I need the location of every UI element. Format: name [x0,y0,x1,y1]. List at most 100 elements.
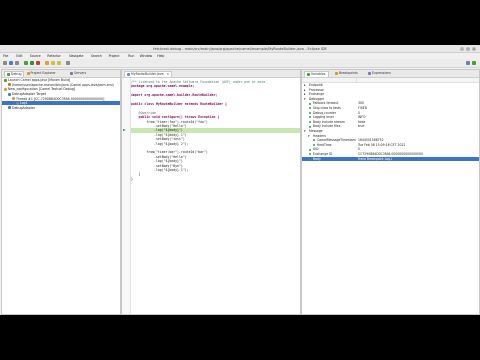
expand-toggle-icon[interactable]: ▸ [304,83,306,87]
camel-config-icon [4,87,7,91]
current-line-arrow-icon [123,129,126,132]
expressions-icon [368,71,371,75]
variables-tree: ▸ Endpoint ▸ Processor ▸ Exchange ▾ Debugger Fal… [302,83,479,314]
debug-tree-item-label: DebugAdapter [12,105,36,110]
tab-label: Breakpoints [338,71,358,75]
menu-run[interactable]: Run [128,54,134,58]
print-icon[interactable] [15,60,19,65]
variable-icon [309,153,311,156]
tab-project-explorer[interactable]: Project Explorer [25,71,58,76]
save-icon[interactable] [9,60,13,65]
eclipse-window: fetchrest-debug - main/src/main/java/org… [0,45,480,315]
search-icon[interactable] [66,60,70,65]
minimize-icon[interactable]: – [460,46,464,51]
tab-variables[interactable]: Variables [304,71,329,77]
expand-toggle-icon[interactable]: ▸ [304,92,306,96]
code-line[interactable]: .log("${body} 2"); [131,142,300,146]
variable-icon [309,107,311,110]
tab-breakpoints[interactable]: Breakpoints [333,71,360,76]
code-area[interactable]: /** Licensed to the Apache Software Foun… [123,80,300,314]
terminate-icon[interactable] [36,60,40,65]
step-into-icon[interactable] [57,60,61,65]
debug-tree-item-label: Launch Camel apps.java [Maven Build] [8,78,71,83]
variable-icon [309,148,311,151]
maximize-icon[interactable]: □ [466,46,470,51]
debug-icon [7,72,10,76]
variable-icon [309,116,311,119]
menu-source[interactable]: Source [30,54,41,58]
variables-view: Variables Breakpoints Expressions ▸ Endpoin… [301,69,480,315]
frame-icon [16,101,19,105]
project-explorer-icon [26,71,30,75]
expand-toggle-icon[interactable]: ▾ [304,129,306,133]
expand-toggle-icon[interactable]: ▾ [308,134,310,138]
variables-icon [307,72,310,76]
variable-icon [313,139,315,142]
debug-run-icon[interactable] [24,60,28,65]
expand-toggle-icon[interactable]: ▾ [304,97,306,101]
editor-view: MyRouteBuilder.java × /** Licensed to th… [121,69,301,315]
menu-window[interactable]: Window [140,54,153,58]
thread-icon [12,97,15,101]
variable-name: Body [313,156,321,161]
perspective-icon[interactable] [466,60,470,65]
debug-tree: Launch Camel apps.java [Maven Build]/hom… [2,78,120,314]
close-tab-icon[interactable]: × [167,72,170,76]
debug-tree-item-label: New_configuration [Camel Textual Debug] [8,87,76,92]
variable-icon [309,125,311,128]
jvm-icon [8,83,11,87]
code-line[interactable]: import org.apache.camel.builder.RouteBui… [131,93,300,97]
debug-tab-bar: Debug Project Explorer Servers [2,70,120,78]
debug-view: Debug Project Explorer Servers Launch Came… [1,69,121,315]
editor-tab-bar: MyRouteBuilder.java × [122,70,300,78]
variable-icon [309,120,311,123]
tab-debug[interactable]: Debug [4,71,25,77]
variable-icon [309,111,311,114]
variable-icon [313,143,315,146]
tab-label: Servers [74,71,87,75]
debug-tree-item-label: /home/user/apache-maven/bin/java (Camel … [12,82,114,87]
window-title: fetchrest-debug - main/src/main/java/org… [153,46,327,51]
variables-tab-bar: Variables Breakpoints Expressions [302,70,479,78]
code-line[interactable]: public class MyRouteBuilder extends Rout… [131,102,300,106]
tab-servers[interactable]: Servers [68,71,88,76]
run-icon[interactable] [30,60,34,65]
title-bar: fetchrest-debug - main/src/main/java/org… [0,45,480,53]
tab-myroutebuilder[interactable]: MyRouteBuilder.java × [124,71,173,77]
menu-project[interactable]: Project [109,54,120,58]
tab-label: Debug [11,72,22,76]
expand-toggle-icon[interactable]: ▸ [304,88,306,92]
tab-expressions[interactable]: Expressions [366,71,393,76]
editor-tab-label: MyRouteBuilder.java [131,72,164,76]
variable-icon [309,157,311,160]
menu-refactor[interactable]: Refactor [47,54,60,58]
variable-row[interactable]: Body Hello Breakpoint Log1 [302,156,479,161]
debug-tree-item-label: Thread #1 [CC-7290B84D0C3FA6-00000000000… [16,96,105,101]
breakpoints-icon [334,71,338,75]
tab-label: Variables [311,72,326,76]
target-icon [8,92,11,96]
launch-icon [4,78,7,82]
tab-label: Project Explorer [30,71,56,75]
debug-tree-item-label: Log1 [20,101,28,106]
resume-icon[interactable] [45,60,49,65]
toolbar [0,59,480,68]
debug-tree-item-label: DebugAdapter Target [12,91,47,96]
new-file-icon[interactable] [3,60,7,65]
menu-search[interactable]: Search [91,54,102,58]
debug-perspective-icon[interactable] [472,60,476,65]
code-line[interactable]: } [131,177,300,181]
code-line[interactable]: package org.apache.camel.example; [131,84,300,88]
java-file-icon [127,72,130,76]
menu-help[interactable]: Help [157,54,164,58]
menu-file[interactable]: File [3,54,8,58]
menu-navigate[interactable]: Navigate [69,54,83,58]
column-divider[interactable] [356,78,357,83]
close-icon[interactable]: × [472,46,476,51]
debug-tree-item[interactable]: DebugAdapter [2,106,120,110]
variable-value: Hello Breakpoint Log1 [358,156,393,161]
target-icon [8,106,11,110]
editor-gutter [122,78,131,314]
menu-edit[interactable]: Edit [16,54,22,58]
step-over-icon[interactable] [51,60,55,65]
